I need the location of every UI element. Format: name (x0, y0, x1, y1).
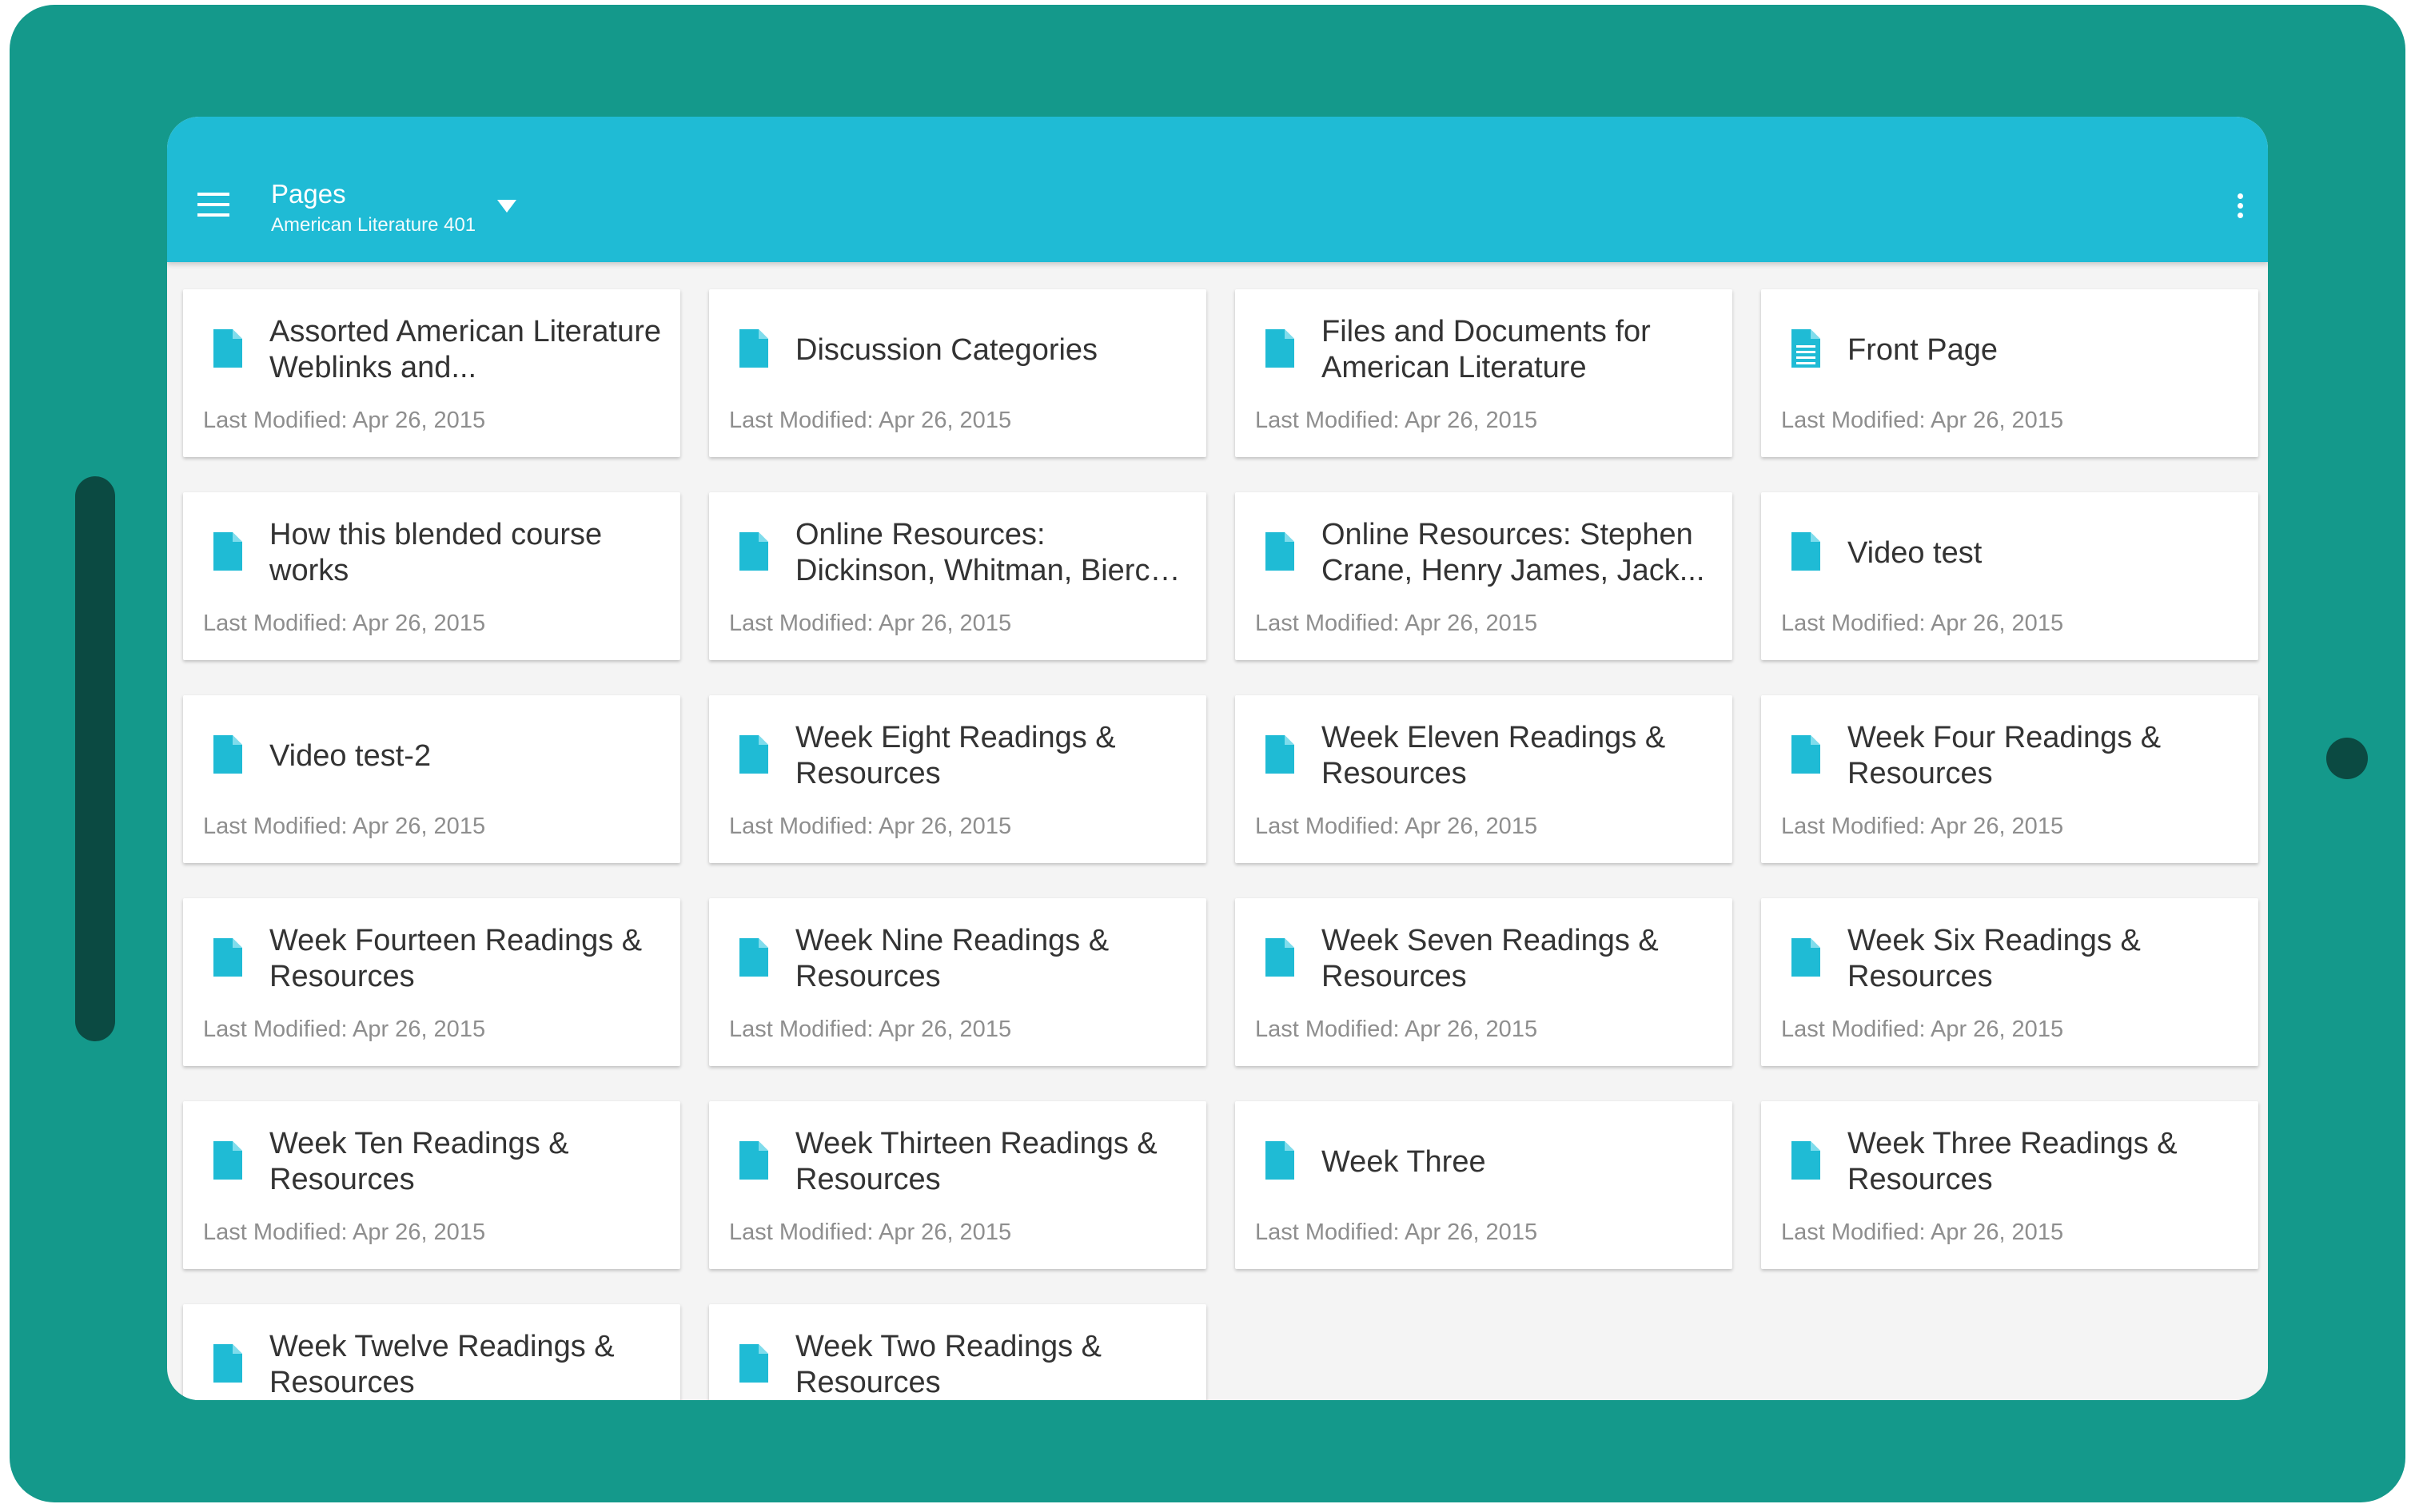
document-icon (739, 329, 768, 368)
document-icon (739, 1141, 768, 1180)
page-card-modified: Last Modified: Apr 26, 2015 (729, 408, 1012, 433)
page-card[interactable]: Front Page Last Modified: Apr 26, 2015 (1761, 289, 2258, 457)
page-card-title: Video test-2 (269, 738, 432, 773)
course-subtitle: American Literature 401 (271, 214, 476, 236)
page-card[interactable]: Week Four Readings & Resources Last Modi… (1761, 695, 2258, 863)
front-page-document-icon (1791, 329, 1820, 368)
page-card[interactable]: How this blended course works Last Modif… (183, 492, 680, 660)
page-card-modified: Last Modified: Apr 26, 2015 (1781, 1220, 2064, 1245)
page-card[interactable]: Week Eleven Readings & Resources Last Mo… (1235, 695, 1732, 863)
page-card-modified: Last Modified: Apr 26, 2015 (729, 1017, 1012, 1042)
page-card[interactable]: Week Nine Readings & Resources Last Modi… (709, 898, 1206, 1066)
page-card-modified: Last Modified: Apr 26, 2015 (1255, 1220, 1538, 1245)
page-card[interactable]: Online Resources: Stephen Crane, Henry J… (1235, 492, 1732, 660)
document-icon (739, 938, 768, 977)
page-card-modified: Last Modified: Apr 26, 2015 (1781, 814, 2064, 839)
page-card-title: Week Two Readings & Resources (795, 1330, 1102, 1399)
page-card[interactable]: Assorted American Literature Weblinks an… (183, 289, 680, 457)
page-card[interactable]: Week Two Readings & Resources (709, 1304, 1206, 1400)
app-screen: Pages American Literature 401 Assorted A… (167, 117, 2268, 1400)
more-vert-icon[interactable] (2238, 193, 2244, 222)
pages-grid: Assorted American Literature Weblinks an… (183, 289, 2262, 1400)
document-icon (739, 532, 768, 571)
page-card-title: Week Twelve Readings & Resources (269, 1330, 615, 1399)
page-card-modified: Last Modified: Apr 26, 2015 (1255, 814, 1538, 839)
page-card-modified: Last Modified: Apr 26, 2015 (1781, 1017, 2064, 1042)
page-card[interactable]: Week Thirteen Readings & Resources Last … (709, 1101, 1206, 1269)
page-card[interactable]: Video test-2 Last Modified: Apr 26, 2015 (183, 695, 680, 863)
page-card[interactable]: Week Eight Readings & Resources Last Mod… (709, 695, 1206, 863)
page-card-modified: Last Modified: Apr 26, 2015 (203, 814, 486, 839)
tablet-frame: Pages American Literature 401 Assorted A… (10, 5, 2405, 1502)
app-bar: Pages American Literature 401 (167, 117, 2268, 262)
page-card-title: Week Nine Readings & Resources (795, 924, 1110, 993)
page-title: Pages (271, 179, 346, 209)
page-card-modified: Last Modified: Apr 26, 2015 (1255, 1017, 1538, 1042)
page-card-modified: Last Modified: Apr 26, 2015 (1255, 611, 1538, 636)
hamburger-menu-icon[interactable] (197, 193, 229, 217)
page-card-title: Front Page (1847, 332, 1998, 367)
page-card-title: Week Three Readings & Resources (1847, 1127, 2178, 1196)
page-card-title: Week Four Readings & Resources (1847, 721, 2162, 790)
page-card-title: Week Fourteen Readings & Resources (269, 924, 643, 993)
page-card[interactable]: Files and Documents for American Literat… (1235, 289, 1732, 457)
page-card[interactable]: Week Fourteen Readings & Resources Last … (183, 898, 680, 1066)
document-icon (213, 1344, 242, 1383)
page-card-title: Week Eleven Readings & Resources (1321, 721, 1666, 790)
page-card-modified: Last Modified: Apr 26, 2015 (203, 611, 486, 636)
document-icon (739, 1344, 768, 1383)
tablet-camera-dot (2326, 738, 2368, 779)
page-card-title: Week Three (1321, 1144, 1486, 1179)
page-card[interactable]: Video test Last Modified: Apr 26, 2015 (1761, 492, 2258, 660)
page-card-modified: Last Modified: Apr 26, 2015 (1781, 408, 2064, 433)
tablet-side-button (75, 476, 115, 1041)
page-card-title: Week Six Readings & Resources (1847, 924, 2141, 993)
document-icon (739, 735, 768, 774)
page-card-title: Week Ten Readings & Resources (269, 1127, 569, 1196)
document-icon (1791, 532, 1820, 571)
page-card[interactable]: Week Three Last Modified: Apr 26, 2015 (1235, 1101, 1732, 1269)
page-card-modified: Last Modified: Apr 26, 2015 (203, 1017, 486, 1042)
page-card[interactable]: Discussion Categories Last Modified: Apr… (709, 289, 1206, 457)
page-card[interactable]: Week Three Readings & Resources Last Mod… (1761, 1101, 2258, 1269)
page-card-title: Video test (1847, 535, 1983, 570)
document-icon (1265, 938, 1294, 977)
page-card-modified: Last Modified: Apr 26, 2015 (203, 1220, 486, 1245)
document-icon (213, 532, 242, 571)
document-icon (213, 938, 242, 977)
document-icon (1265, 735, 1294, 774)
document-icon (213, 735, 242, 774)
document-icon (213, 329, 242, 368)
page-card-title: Discussion Categories (795, 332, 1098, 367)
page-card-title: Files and Documents for American Literat… (1321, 315, 1651, 384)
page-card[interactable]: Week Ten Readings & Resources Last Modif… (183, 1101, 680, 1269)
page-card-title: Assorted American Literature Weblinks an… (269, 315, 661, 384)
page-card-title: How this blended course works (269, 518, 603, 587)
page-card-modified: Last Modified: Apr 26, 2015 (729, 1220, 1012, 1245)
page-card-title: Online Resources: Stephen Crane, Henry J… (1321, 518, 1705, 587)
document-icon (1265, 1141, 1294, 1180)
page-card-modified: Last Modified: Apr 26, 2015 (1255, 408, 1538, 433)
document-icon (1791, 735, 1820, 774)
page-card-title: Week Thirteen Readings & Resources (795, 1127, 1158, 1196)
document-icon (1265, 532, 1294, 571)
page-card-modified: Last Modified: Apr 26, 2015 (203, 408, 486, 433)
page-card[interactable]: Week Seven Readings & Resources Last Mod… (1235, 898, 1732, 1066)
page-card-title: Week Seven Readings & Resources (1321, 924, 1659, 993)
document-icon (1265, 329, 1294, 368)
page-card[interactable]: Week Six Readings & Resources Last Modif… (1761, 898, 2258, 1066)
document-icon (1791, 938, 1820, 977)
document-icon (213, 1141, 242, 1180)
page-card-modified: Last Modified: Apr 26, 2015 (729, 814, 1012, 839)
page-card-modified: Last Modified: Apr 26, 2015 (1781, 611, 2064, 636)
page-card-modified: Last Modified: Apr 26, 2015 (729, 611, 1012, 636)
page-card[interactable]: Week Twelve Readings & Resources (183, 1304, 680, 1400)
caret-down-icon[interactable] (497, 200, 516, 213)
page-card[interactable]: Online Resources: Dickinson, Whitman, Bi… (709, 492, 1206, 660)
page-card-title: Week Eight Readings & Resources (795, 721, 1116, 790)
page-card-title: Online Resources: Dickinson, Whitman, Bi… (795, 518, 1176, 587)
document-icon (1791, 1141, 1820, 1180)
